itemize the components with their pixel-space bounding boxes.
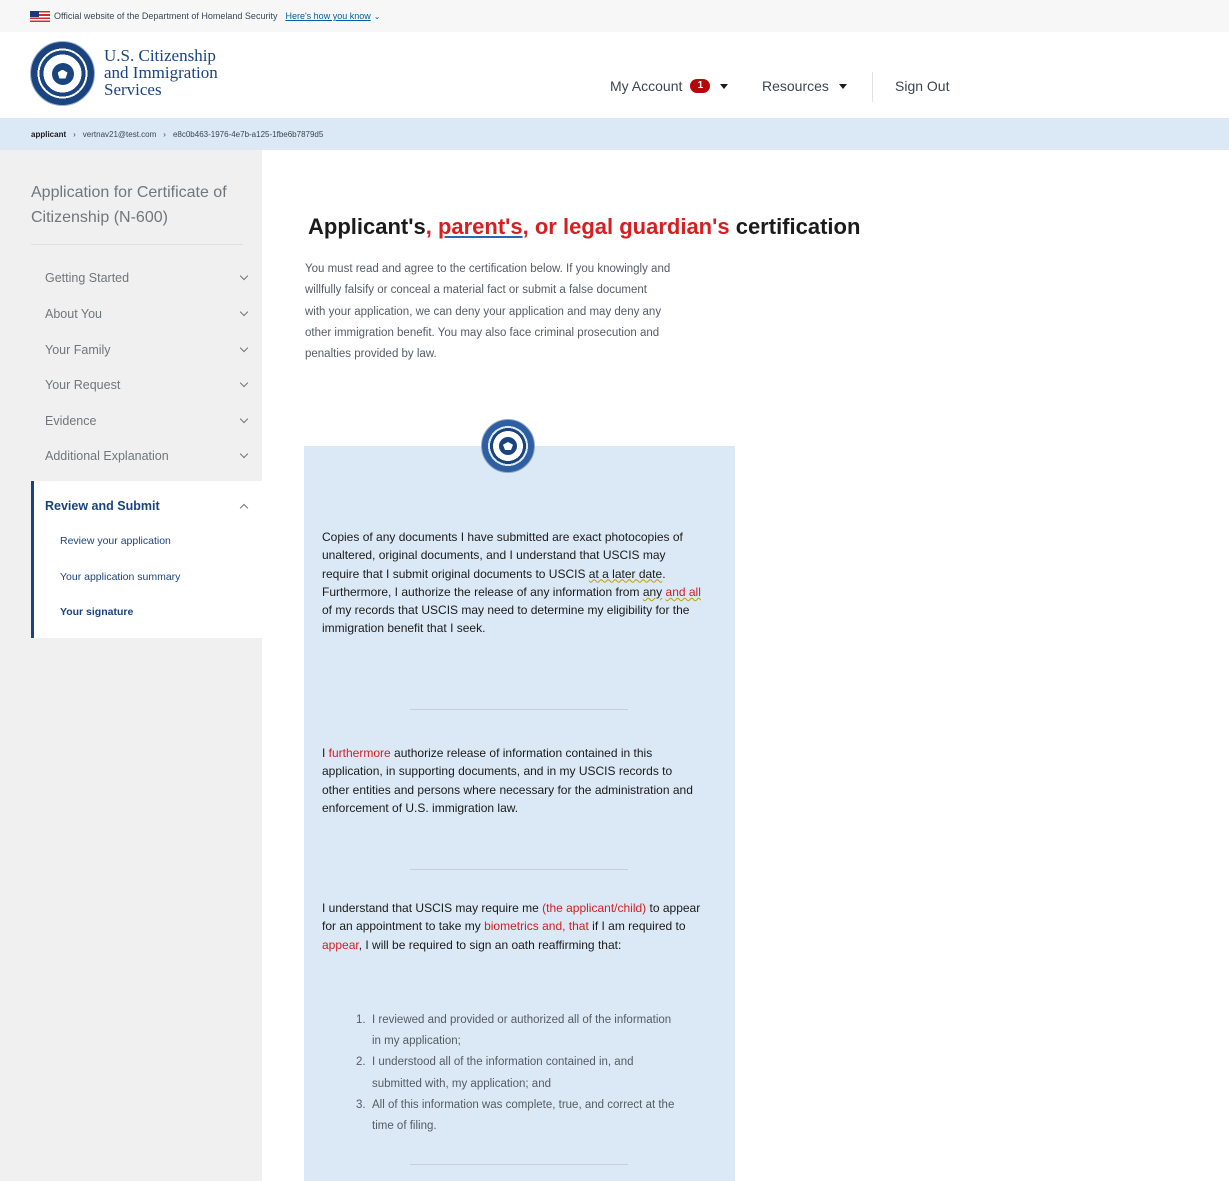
eagle-icon: [499, 437, 517, 455]
intro-line: other immigration benefit. You may also …: [305, 326, 660, 339]
cert-text-highlight: (the applicant/child): [542, 901, 647, 915]
oath-list: 1. I reviewed and provided or authorized …: [356, 1010, 676, 1137]
cert-text-flagged: any: [642, 584, 663, 599]
caret-down-icon: [838, 83, 847, 89]
eagle-icon: [51, 62, 74, 85]
section-divider: [410, 869, 628, 870]
cert-text-highlight: biometrics and, that: [484, 919, 589, 934]
certification-paragraph-2: I furthermore authorize release of infor…: [322, 744, 702, 817]
cert-text-highlight: furthermore: [328, 746, 391, 760]
list-item: 2. I understood all of the information co…: [356, 1052, 676, 1094]
chevron-down-icon: [238, 308, 250, 320]
section-divider: [410, 1164, 628, 1165]
caret-down-icon: [720, 83, 729, 89]
sidebar-subitem-application-summary[interactable]: Your application summary: [60, 571, 180, 583]
sidebar-divider: [31, 244, 243, 245]
sidebar-item-label: Getting Started: [45, 271, 130, 285]
cert-text: if I am required to: [588, 919, 686, 934]
my-account-label: My Account: [610, 78, 683, 94]
sidebar-item-getting-started[interactable]: Getting Started: [45, 268, 250, 288]
title-part-comma: ,: [425, 214, 438, 239]
list-item: 3. All of this information was complete, …: [356, 1095, 676, 1137]
list-item-number: 2.: [356, 1056, 366, 1069]
intro-line: You must read and agree to the certifica…: [305, 263, 671, 275]
title-part: certification: [729, 214, 861, 239]
cert-text: I understand that USCIS may require me: [322, 901, 543, 915]
title-part: parent's: [437, 214, 523, 239]
list-item-text: I understood all of the information cont…: [372, 1056, 634, 1090]
sign-out-link[interactable]: Sign Out: [895, 78, 949, 94]
sidebar-subitem-your-signature[interactable]: Your signature: [60, 606, 133, 618]
breadcrumb-item[interactable]: vertnav21@test.com: [83, 130, 156, 139]
sidebar-item-evidence[interactable]: Evidence: [45, 411, 250, 431]
us-flag-icon: [30, 10, 50, 22]
list-item: 1. I reviewed and provided or authorized …: [356, 1010, 676, 1052]
my-account-menu[interactable]: My Account 1: [610, 78, 729, 94]
breadcrumb-item: e8c0b463-1976-4e7b-a125-1fbe6b7879d5: [172, 129, 324, 139]
sidebar-item-label: Your Request: [45, 378, 121, 392]
resources-menu[interactable]: Resources: [762, 78, 847, 94]
title-part: , or legal guardian's: [522, 214, 730, 239]
title-part: Applicant's: [308, 214, 426, 239]
list-item-text: I reviewed and provided or authorized al…: [372, 1014, 672, 1048]
sidebar-item-label: Evidence: [45, 414, 97, 428]
agency-name-line2: and Immigration: [104, 63, 218, 82]
certification-paragraph-1: Copies of any documents I have submitted…: [322, 528, 702, 638]
chevron-down-icon[interactable]: ⌄: [374, 12, 381, 21]
dhs-seal-icon: [481, 419, 535, 473]
sidebar-item-label: Your Family: [45, 343, 111, 357]
form-title: Application for Certificate of Citizensh…: [31, 184, 227, 226]
sidebar-item-label: Review and Submit: [45, 499, 160, 513]
page-title: Applicant's, parent's, or legal guardian…: [308, 214, 860, 240]
sidebar-item-your-family[interactable]: Your Family: [45, 340, 250, 360]
certification-paragraph-3: I understand that USCIS may require me (…: [322, 899, 702, 954]
cert-text-flagged: at a later date: [588, 566, 663, 581]
list-item-number: 3.: [356, 1098, 366, 1111]
intro-line: willfully falsify or conceal a material …: [305, 284, 647, 297]
agency-name-line1: U.S. Citizenship: [104, 46, 216, 65]
intro-line: with your application, we can deny your …: [305, 305, 662, 318]
sidebar-item-additional-explanation[interactable]: Additional Explanation: [45, 446, 250, 466]
chevron-down-icon: [238, 272, 250, 284]
cert-text-highlight: and all: [665, 584, 701, 599]
cert-text-highlight: appear: [322, 937, 359, 952]
sidebar-item-label: About You: [45, 307, 103, 321]
cert-text: of my records that USCIS may need to det…: [322, 603, 690, 636]
sidebar-item-about-you[interactable]: About You: [45, 304, 250, 324]
cert-text: I: [322, 746, 329, 760]
nav-divider: [872, 72, 873, 102]
site-header: U.S. Citizenship and Immigration Service…: [0, 32, 1229, 118]
title-part: , parent's: [426, 214, 523, 239]
certification-intro: You must read and agree to the certifica…: [305, 259, 745, 365]
notification-badge: 1: [690, 79, 711, 93]
sidebar-item-your-request[interactable]: Your Request: [45, 375, 250, 395]
list-item-text: All of this information was complete, tr…: [372, 1098, 675, 1133]
agency-name[interactable]: U.S. Citizenship and Immigration Service…: [104, 47, 218, 98]
chevron-down-icon: [238, 415, 250, 427]
gov-banner-text: Official website of the Department of Ho…: [54, 11, 278, 21]
sidebar-subitem-review-application[interactable]: Review your application: [60, 535, 171, 547]
agency-name-line3: Services: [104, 80, 162, 99]
sidebar-item-review-and-submit[interactable]: Review and Submit: [45, 496, 250, 516]
sidebar-item-label: Additional Explanation: [45, 449, 169, 463]
breadcrumb: applicant › vertnav21@test.com › e8c0b46…: [0, 118, 1229, 150]
section-divider: [410, 709, 628, 710]
breadcrumb-separator-icon: ›: [163, 129, 166, 139]
gov-banner: Official website of the Department of Ho…: [0, 0, 1229, 32]
breadcrumb-item[interactable]: applicant: [31, 130, 66, 139]
cert-text: , I will be required to sign an oath rea…: [358, 937, 622, 952]
chevron-up-icon: [238, 500, 250, 512]
dhs-seal-logo[interactable]: [30, 41, 95, 106]
sidebar-section-review-and-submit: Review and Submit Review your applicatio…: [31, 481, 262, 638]
chevron-down-icon: [238, 379, 250, 391]
intro-line: penalties provided by law.: [305, 348, 437, 361]
chevron-down-icon: [238, 450, 250, 462]
chevron-down-icon: [238, 344, 250, 356]
list-item-number: 1.: [356, 1014, 366, 1026]
resources-label: Resources: [762, 78, 829, 94]
heres-how-you-know-link[interactable]: Here's how you know: [285, 11, 370, 21]
breadcrumb-separator-icon: ›: [73, 129, 76, 139]
